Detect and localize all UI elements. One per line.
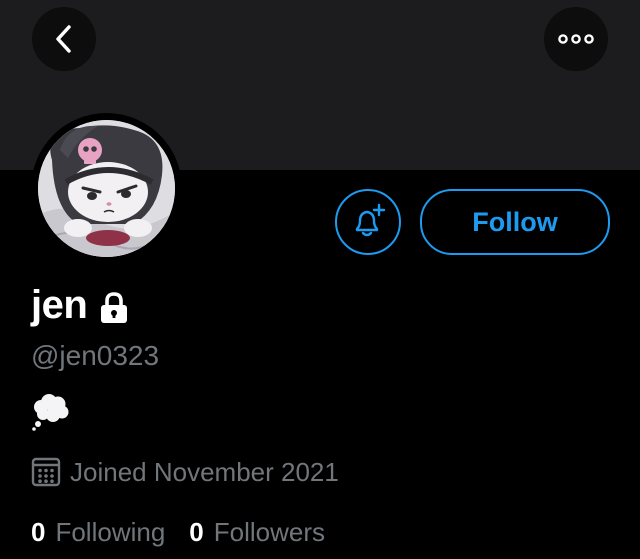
more-options-button[interactable]	[544, 7, 608, 71]
followers-link[interactable]: 0 Followers	[189, 515, 325, 549]
following-label: Following	[55, 517, 166, 547]
handle: @jen0323	[31, 340, 160, 371]
following-count: 0	[31, 517, 46, 547]
avatar-image	[38, 120, 175, 257]
bio: 💭	[31, 393, 71, 438]
calendar-icon	[31, 457, 61, 487]
bio-text: 💭	[31, 393, 32, 394]
joined-date: Joined November 2021	[31, 456, 339, 488]
avatar-frame[interactable]	[31, 113, 182, 264]
more-horizontal-icon	[558, 34, 594, 44]
followers-label: Followers	[213, 517, 326, 547]
joined-date-text: Joined November 2021	[70, 457, 339, 487]
following-link[interactable]: 0 Following	[31, 515, 165, 549]
bell-plus-icon	[355, 203, 386, 237]
follow-button[interactable]: Follow	[420, 189, 610, 255]
followers-count: 0	[189, 517, 204, 547]
follow-button-label: Follow	[472, 206, 558, 237]
chevron-left-icon	[56, 25, 71, 53]
follow-stats: 0 Following 0 Followers	[31, 515, 325, 549]
lock-icon	[101, 292, 128, 323]
display-name: jen	[31, 283, 88, 327]
back-button[interactable]	[32, 7, 96, 71]
avatar[interactable]	[38, 120, 175, 257]
notifications-button[interactable]	[335, 189, 401, 255]
profile-name-row: jen	[31, 280, 129, 330]
thought-balloon-icon	[32, 394, 69, 431]
